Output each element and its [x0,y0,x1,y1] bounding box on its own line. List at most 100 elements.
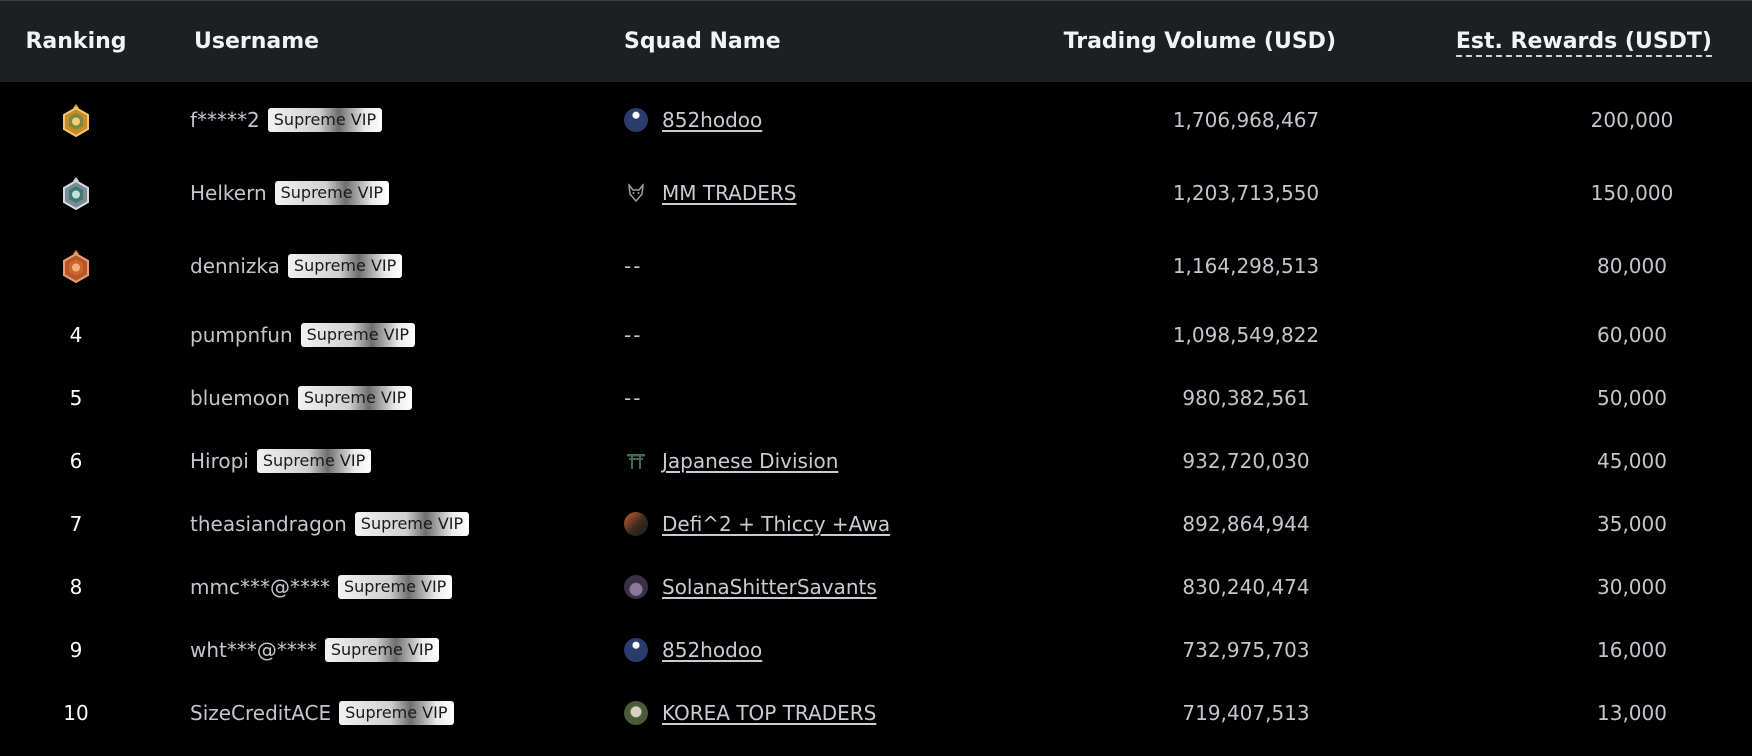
squad-link[interactable]: Japanese Division [662,449,838,473]
squad-cell: 852hodoo [588,108,1024,132]
reward-cell: 200,000 [1396,108,1752,132]
header-trading-volume: Trading Volume (USD) [1063,29,1336,54]
vip-badge: Supreme VIP [324,638,440,662]
no-squad: -- [624,386,643,410]
bronze-medal-icon [63,250,89,283]
header-squad-name: Squad Name [624,29,781,54]
username-cell: pumpnfun Supreme VIP [152,323,588,347]
volume-cell: 932,720,030 [1024,449,1396,473]
volume-value: 1,203,713,550 [1172,181,1320,205]
reward-value: 45,000 [1597,449,1667,473]
reward-value: 35,000 [1597,512,1667,536]
rank-number: 8 [69,575,83,599]
reward-cell: 50,000 [1396,386,1752,410]
volume-value: 732,975,703 [1182,638,1310,662]
vip-badge: Supreme VIP [297,386,413,410]
username-cell: wht***@**** Supreme VIP [152,638,588,662]
squad-link[interactable]: SolanaShitterSavants [662,575,877,599]
username: Hiropi [190,449,249,473]
vip-badge: Supreme VIP [300,323,415,347]
header-username: Username [194,29,320,54]
volume-cell: 980,382,561 [1024,386,1396,410]
username: f*****2 [190,108,260,132]
torii-gate-icon [627,454,645,469]
volume-cell: 719,407,513 [1024,701,1396,725]
table-header: Ranking Username Squad Name Trading Volu… [0,0,1752,82]
reward-cell: 45,000 [1396,449,1752,473]
reward-cell: 16,000 [1396,638,1752,662]
header-est-rewards-label[interactable]: Est. Rewards (USDT) [1455,29,1712,57]
vip-badge: Supreme VIP [287,254,403,278]
no-squad: -- [624,254,643,278]
table-row: 4 pumpnfun Supreme VIP -- 1,098,549,822 … [0,315,1752,355]
vip-badge: Supreme VIP [274,181,389,205]
squad-link[interactable]: Defi^2 + Thiccy +Awa [662,512,890,536]
reward-value: 200,000 [1590,108,1674,132]
squad-cell: KOREA TOP TRADERS [588,701,1024,725]
skull-avatar-icon [624,701,648,725]
volume-cell: 1,164,298,513 [1024,254,1396,278]
reward-value: 150,000 [1590,181,1674,205]
table-row: f*****2 Supreme VIP 852hodoo 1,706,968,4… [0,100,1752,140]
username-cell: dennizka Supreme VIP [152,254,588,278]
username: SizeCreditACE [190,701,332,725]
squad-link[interactable]: KOREA TOP TRADERS [662,701,876,725]
reward-cell: 13,000 [1396,701,1752,725]
rank-number: 4 [69,323,83,347]
header-est-rewards[interactable]: Est. Rewards (USDT) [1396,29,1752,57]
reward-value: 16,000 [1597,638,1667,662]
wolf-icon [627,182,645,203]
volume-cell: 1,706,968,467 [1024,108,1396,132]
no-squad: -- [624,323,643,347]
volume-value: 1,098,549,822 [1172,323,1320,347]
username-cell: SizeCreditACE Supreme VIP [152,701,588,725]
reward-cell: 30,000 [1396,575,1752,599]
reward-value: 50,000 [1597,386,1667,410]
volume-value: 830,240,474 [1182,575,1310,599]
volume-cell: 732,975,703 [1024,638,1396,662]
table-row: dennizka Supreme VIP -- 1,164,298,513 80… [0,246,1752,286]
rank-number: 10 [63,701,89,725]
squad-cell: -- [588,386,1024,410]
leaderboard: Ranking Username Squad Name Trading Volu… [0,0,1752,756]
squad-cell: MM TRADERS [588,181,1024,205]
table-row: 6 Hiropi Supreme VIP Japanese Division 9… [0,441,1752,481]
reward-cell: 80,000 [1396,254,1752,278]
reward-value: 13,000 [1597,701,1667,725]
reward-value: 60,000 [1597,323,1667,347]
username: theasiandragon [190,512,347,536]
squad-link[interactable]: MM TRADERS [662,181,796,205]
rank-number: 7 [69,512,83,536]
squad-link[interactable]: 852hodoo [662,108,762,132]
table-row: 9 wht***@**** Supreme VIP 852hodoo 732,9… [0,630,1752,670]
username-cell: bluemoon Supreme VIP [152,386,588,410]
monster-avatar-icon [624,575,648,599]
rank-cell [0,249,152,283]
username-cell: theasiandragon Supreme VIP [152,512,588,536]
table-row: 5 bluemoon Supreme VIP -- 980,382,561 50… [0,378,1752,418]
rocket-avatar-icon [624,638,648,662]
username: dennizka [190,254,280,278]
vip-badge: Supreme VIP [267,108,383,132]
rocket-avatar-icon [624,108,648,132]
squad-link[interactable]: 852hodoo [662,638,762,662]
squad-cell: -- [588,323,1024,347]
rank-number: 6 [69,449,83,473]
squad-cell: -- [588,254,1024,278]
volume-value: 1,706,968,467 [1172,108,1320,132]
volume-cell: 892,864,944 [1024,512,1396,536]
rank-number: 9 [69,638,83,662]
username: mmc***@**** [190,575,330,599]
volume-value: 980,382,561 [1182,386,1310,410]
table-row: 10 SizeCreditACE Supreme VIP KOREA TOP T… [0,693,1752,733]
rank-number: 5 [69,386,83,410]
vip-badge: Supreme VIP [354,512,470,536]
vip-badge: Supreme VIP [339,701,454,725]
planet-avatar-icon [624,512,648,536]
silver-medal-icon [63,177,89,210]
rank-cell [0,176,152,210]
username-cell: Helkern Supreme VIP [152,181,588,205]
table-row: 7 theasiandragon Supreme VIP Defi^2 + Th… [0,504,1752,544]
squad-cell: Defi^2 + Thiccy +Awa [588,512,1024,536]
reward-value: 30,000 [1597,575,1667,599]
